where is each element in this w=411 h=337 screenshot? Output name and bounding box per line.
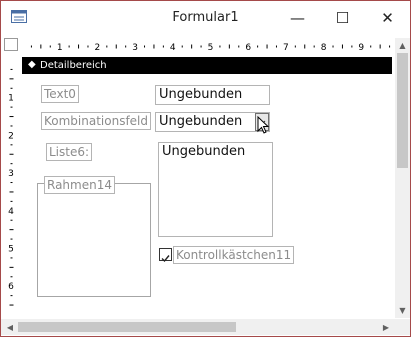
ruler-number: 4: [170, 43, 176, 53]
text0-label[interactable]: Text0: [41, 85, 79, 103]
ruler-number: 7: [283, 43, 289, 53]
checkbox[interactable]: [159, 248, 172, 263]
close-button[interactable]: ✕: [365, 2, 410, 33]
list-label[interactable]: Liste6:: [46, 143, 93, 161]
title-bar: Formular1 — ☐ ✕: [1, 1, 410, 32]
horizontal-scrollbar[interactable]: ◀ ▶: [1, 319, 395, 335]
scroll-right-icon[interactable]: ▶: [379, 319, 393, 335]
section-arrow-icon: ◆: [28, 59, 36, 70]
combo-value: Ungebunden: [159, 114, 243, 129]
ruler-select-form-box[interactable]: [4, 38, 18, 51]
ruler-number: 6: [245, 43, 251, 53]
combo-box[interactable]: Ungebunden: [155, 112, 270, 132]
maximize-button[interactable]: ☐: [320, 2, 365, 33]
vertical-scroll-thumb[interactable]: [397, 53, 408, 168]
design-canvas[interactable]: Text0 Ungebunden Kombinationsfeld Ungebu…: [22, 75, 392, 317]
section-label: Detailbereich: [40, 60, 107, 71]
scrollbar-corner: [395, 319, 410, 335]
vertical-ruler[interactable]: 1 2 3 4 5 6: [4, 56, 18, 313]
detail-section-header[interactable]: ◆ Detailbereich: [22, 57, 392, 74]
horizontal-scroll-thumb[interactable]: [18, 322, 236, 332]
list-box[interactable]: Ungebunden: [158, 142, 273, 237]
ruler-number: 8: [321, 43, 327, 53]
horizontal-ruler-ticks: 1 2 3 4 5 6 7 8 9: [30, 43, 391, 53]
ruler-number: 9: [358, 43, 364, 53]
vertical-ruler-ticks: 1 2 3 4 5 6: [8, 68, 14, 306]
option-frame[interactable]: [37, 183, 151, 297]
ruler-number: 1: [57, 43, 63, 53]
ruler-number: 2: [95, 43, 101, 53]
ruler-number: 5: [208, 43, 214, 53]
checkmark-icon: [161, 255, 170, 263]
ruler-number: 1: [8, 94, 14, 104]
ruler-number: 3: [8, 169, 14, 179]
scroll-left-icon[interactable]: ◀: [3, 319, 17, 335]
scroll-up-icon[interactable]: ▲: [395, 38, 410, 52]
ruler-number: 6: [8, 282, 14, 292]
ruler-number: 3: [132, 43, 138, 53]
ruler-number: 4: [8, 207, 14, 217]
combo-label[interactable]: Kombinationsfeld: [41, 112, 152, 130]
horizontal-ruler[interactable]: 1 2 3 4 5 6 7 8 9: [19, 38, 392, 53]
checkbox-label[interactable]: Kontrollkästchen11: [173, 246, 295, 264]
frame-label[interactable]: Rahmen14: [44, 176, 115, 194]
ruler-number: 5: [8, 245, 14, 255]
vertical-scrollbar[interactable]: ▲ ▼: [395, 38, 410, 318]
mouse-cursor-icon: [257, 116, 270, 134]
scroll-down-icon[interactable]: ▼: [395, 303, 410, 317]
text0-textbox[interactable]: Ungebunden: [155, 85, 270, 105]
ruler-number: 2: [8, 131, 14, 141]
minimize-button[interactable]: —: [275, 2, 320, 33]
